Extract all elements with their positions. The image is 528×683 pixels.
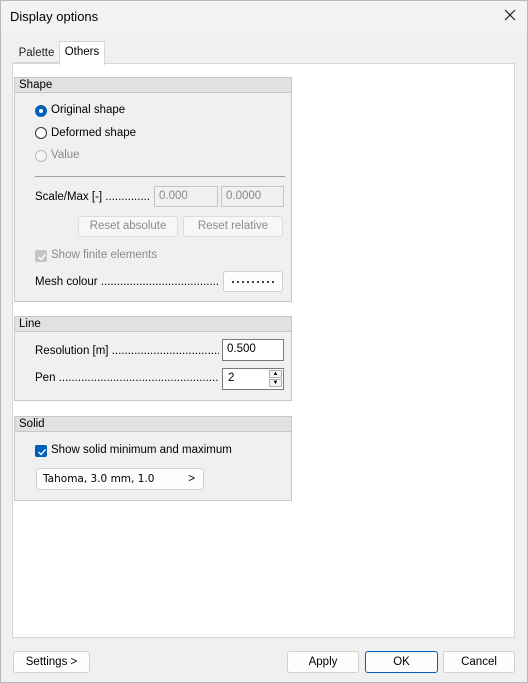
resolution-input[interactable]: 0.500: [222, 339, 284, 361]
deformed-shape-radio[interactable]: [35, 127, 47, 139]
tab-others[interactable]: Others: [59, 41, 105, 65]
scale-max-label: Scale/Max [-]: [35, 191, 149, 203]
scale-value-field-2[interactable]: 0.0000: [221, 186, 284, 207]
ok-button[interactable]: OK: [365, 651, 438, 673]
value-radio[interactable]: [35, 150, 47, 162]
close-icon[interactable]: [502, 7, 518, 23]
dotted-line-icon: [232, 281, 274, 283]
mesh-colour-label: Mesh colour: [35, 276, 219, 288]
solid-group-title: Solid: [15, 417, 291, 432]
tab-palette[interactable]: Palette: [14, 43, 59, 63]
reset-relative-button[interactable]: Reset relative: [183, 216, 283, 237]
shape-separator: [35, 176, 285, 177]
reset-absolute-button[interactable]: Reset absolute: [78, 216, 178, 237]
display-options-dialog: Display options Palette Others Shape Ori…: [0, 0, 528, 683]
value-label: Value: [51, 149, 80, 161]
pen-value: 2: [228, 372, 235, 384]
show-finite-elements-label: Show finite elements: [51, 249, 158, 261]
font-settings-label: Tahoma, 3.0 mm, 1.0: [43, 473, 155, 485]
checkmark-icon: [38, 254, 47, 261]
cancel-button[interactable]: Cancel: [443, 651, 515, 673]
settings-button[interactable]: Settings >: [13, 651, 90, 673]
resolution-label: Resolution [m]: [35, 345, 219, 357]
original-shape-radio[interactable]: [35, 105, 47, 117]
pen-up-icon[interactable]: ▲: [269, 370, 282, 378]
pen-stepper[interactable]: 2 ▲ ▼: [222, 368, 284, 390]
show-solid-minmax-checkbox[interactable]: [35, 445, 47, 457]
shape-group-title: Shape: [15, 78, 291, 93]
pen-down-icon[interactable]: ▼: [269, 379, 282, 387]
show-finite-elements-checkbox[interactable]: [35, 250, 47, 262]
mesh-colour-button[interactable]: [223, 271, 283, 292]
original-shape-label: Original shape: [51, 104, 126, 116]
pen-label: Pen: [35, 372, 219, 384]
scale-value-field-1[interactable]: 0.000: [154, 186, 218, 207]
chevron-right-icon: >: [188, 473, 195, 485]
show-solid-minmax-label: Show solid minimum and maximum: [51, 444, 232, 456]
title-bar: Display options: [1, 1, 527, 32]
line-group-title: Line: [15, 317, 291, 332]
deformed-shape-label: Deformed shape: [51, 127, 137, 139]
checkmark-icon: [38, 449, 47, 456]
dialog-title: Display options: [10, 9, 99, 24]
apply-button[interactable]: Apply: [287, 651, 359, 673]
font-settings-button[interactable]: Tahoma, 3.0 mm, 1.0 >: [36, 468, 204, 490]
